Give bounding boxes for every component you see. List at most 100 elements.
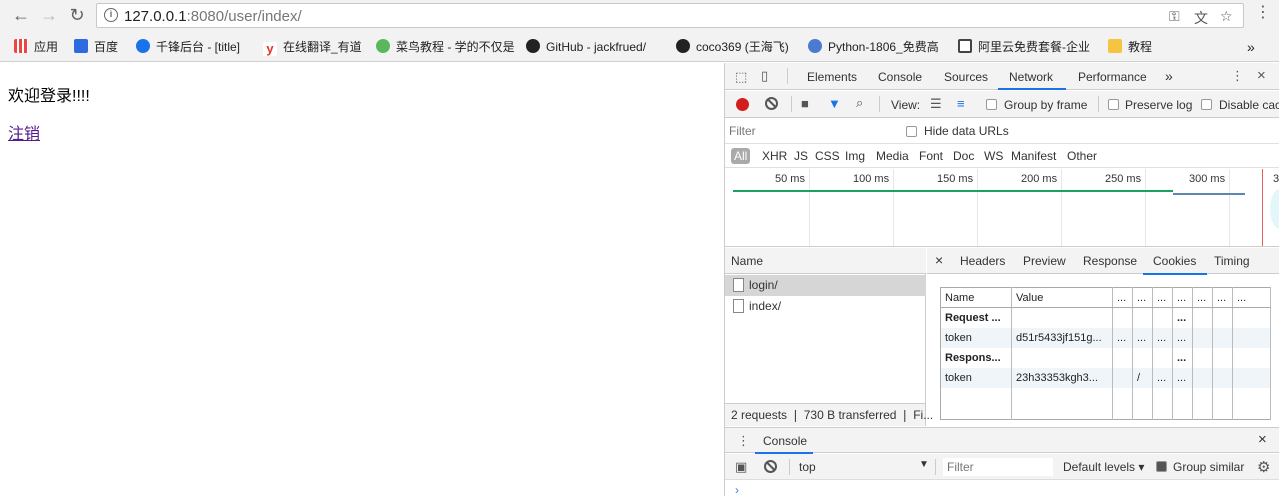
bookmarks-overflow-icon[interactable]: »	[1247, 39, 1255, 55]
browser-toolbar: ← → ↻ i 127.0.0.1:8080/user/index/ ⚿ 文 ☆…	[0, 0, 1279, 32]
type-other[interactable]: Other	[1067, 149, 1097, 163]
context-dropdown-icon[interactable]: ▼	[919, 459, 929, 470]
clear-icon[interactable]	[765, 97, 778, 110]
bookmark-label: GitHub - jackfrued/	[546, 40, 647, 54]
tab-response[interactable]: Response	[1083, 254, 1137, 268]
close-drawer-icon[interactable]: ×	[1258, 431, 1267, 448]
forward-arrow-icon[interactable]: →	[38, 4, 60, 26]
cookie-row-response-token[interactable]: token 23h33353kgh3... / ... ...	[940, 367, 1271, 388]
type-font[interactable]: Font	[919, 149, 943, 163]
close-devtools-icon[interactable]: ×	[1257, 67, 1266, 84]
close-detail-icon[interactable]: ×	[935, 252, 943, 268]
log-levels-dropdown[interactable]: Default levels ▾	[1063, 460, 1144, 474]
network-filter-input[interactable]	[729, 122, 894, 140]
table-cell: ...	[1172, 307, 1193, 328]
bookmark-folder-tutorial[interactable]: 教程	[1108, 39, 1152, 55]
devtools-menu-icon[interactable]: ⋮	[1231, 68, 1244, 84]
cookie-section-request[interactable]: Request ... ...	[940, 307, 1271, 328]
bookmark-runoob[interactable]: 菜鸟教程 - 学的不仅是	[376, 39, 515, 55]
large-rows-icon[interactable]: ☰	[930, 96, 942, 112]
tab-cookies[interactable]: Cookies	[1153, 254, 1196, 268]
key-icon[interactable]: ⚿	[1169, 8, 1180, 25]
cookie-row-request-token[interactable]: token d51r5433jf151g... ... ... ... ...	[940, 327, 1271, 348]
inspect-element-icon[interactable]: ⬚	[735, 69, 747, 85]
bookmark-python[interactable]: Python-1806_免费高	[808, 39, 939, 55]
url-text[interactable]: 127.0.0.1:8080/user/index/	[124, 8, 302, 25]
bookmarks-bar: 应用 百度 千锋后台 - [title] y 在线翻译_有道 菜鸟教程 - 学的不…	[0, 32, 1279, 62]
console-settings-gear-icon[interactable]: ⚙	[1257, 458, 1270, 476]
requests-header[interactable]: Name	[725, 248, 926, 274]
network-toolbar: ■ ▼ ⌕ View: ☰ ≡ Group by frame Preserve …	[725, 91, 1279, 118]
type-js[interactable]: JS	[794, 149, 808, 163]
type-ws[interactable]: WS	[984, 149, 1003, 163]
disable-cache-checkbox[interactable]	[1201, 99, 1212, 110]
back-arrow-icon[interactable]: ←	[10, 4, 32, 26]
timeline-gridline	[1061, 169, 1062, 246]
type-media[interactable]: Media	[876, 149, 909, 163]
tab-headers[interactable]: Headers	[960, 254, 1005, 268]
translate-icon[interactable]: 文	[1194, 8, 1208, 28]
tab-elements[interactable]: Elements	[807, 70, 857, 84]
type-doc[interactable]: Doc	[953, 149, 974, 163]
column-header[interactable]: ...	[1172, 287, 1193, 308]
column-header-value[interactable]: Value	[1011, 287, 1113, 308]
bookmark-github-jackfrued[interactable]: GitHub - jackfrued/	[526, 39, 646, 55]
column-header[interactable]: ...	[1232, 287, 1271, 308]
console-prompt[interactable]: ›	[735, 483, 739, 497]
type-all[interactable]: All	[731, 148, 751, 164]
filter-icon[interactable]: ▼	[828, 96, 841, 111]
hide-data-urls-checkbox[interactable]	[906, 126, 917, 137]
tab-performance[interactable]: Performance	[1078, 70, 1147, 84]
requests-list: Name login/ index/	[725, 248, 926, 426]
context-selector[interactable]: top	[799, 460, 816, 474]
drawer-tab-console[interactable]: Console	[763, 434, 807, 448]
column-header[interactable]: ...	[1212, 287, 1233, 308]
network-overview-timeline[interactable]: 50 ms 100 ms 150 ms 200 ms 250 ms 300 ms…	[725, 169, 1279, 247]
timeline-tick-label: 200 ms	[1021, 173, 1058, 185]
star-icon[interactable]: ☆	[1220, 8, 1233, 25]
search-icon[interactable]: ⌕	[856, 95, 863, 111]
more-tabs-icon[interactable]: »	[1165, 68, 1173, 84]
bookmark-apps[interactable]: 应用	[14, 39, 58, 55]
request-row-login[interactable]: login/	[725, 275, 926, 296]
info-icon[interactable]: i	[104, 8, 118, 22]
chrome-menu-icon[interactable]: ⋮	[1255, 5, 1271, 21]
group-by-frame-checkbox[interactable]	[986, 99, 997, 110]
bookmark-qianfeng[interactable]: 千锋后台 - [title]	[136, 39, 240, 55]
divider	[791, 96, 792, 112]
tab-network[interactable]: Network	[1009, 70, 1053, 84]
clear-console-icon[interactable]	[764, 460, 777, 473]
type-manifest[interactable]: Manifest	[1011, 149, 1056, 163]
logout-link[interactable]: 注销	[8, 120, 40, 144]
column-header[interactable]: ...	[1112, 287, 1133, 308]
column-header-name[interactable]: Name	[940, 287, 1012, 308]
reload-icon[interactable]: ↻	[66, 4, 88, 26]
bookmark-baidu[interactable]: 百度	[74, 39, 118, 55]
column-header[interactable]: ...	[1132, 287, 1153, 308]
tab-preview[interactable]: Preview	[1023, 254, 1066, 268]
group-similar-checkbox[interactable]	[1156, 461, 1167, 472]
type-css[interactable]: CSS	[815, 149, 840, 163]
bookmark-github-coco369[interactable]: coco369 (王海飞)	[676, 39, 789, 55]
bookmark-youdao[interactable]: y 在线翻译_有道	[263, 39, 362, 56]
cookie-section-response[interactable]: Respons... ...	[940, 347, 1271, 368]
device-toolbar-icon[interactable]: ▯	[761, 68, 768, 84]
type-xhr[interactable]: XHR	[762, 149, 787, 163]
type-img[interactable]: Img	[845, 149, 865, 163]
screenshot-camera-icon[interactable]: ■	[801, 96, 809, 111]
request-row-index[interactable]: index/	[725, 296, 926, 317]
address-bar[interactable]: i 127.0.0.1:8080/user/index/ ⚿ 文 ☆	[96, 3, 1244, 28]
divider	[879, 96, 880, 112]
tab-timing[interactable]: Timing	[1214, 254, 1250, 268]
preserve-log-checkbox[interactable]	[1108, 99, 1119, 110]
waterfall-icon[interactable]: ≡	[957, 96, 965, 111]
record-icon[interactable]	[736, 98, 749, 111]
console-filter-input[interactable]	[943, 458, 1053, 476]
column-header[interactable]: ...	[1192, 287, 1213, 308]
drawer-menu-icon[interactable]: ⋮	[737, 433, 750, 449]
bookmark-aliyun[interactable]: 阿里云免费套餐-企业	[958, 39, 1090, 55]
column-header[interactable]: ...	[1152, 287, 1173, 308]
sidebar-toggle-icon[interactable]: ▣	[735, 459, 747, 475]
tab-console[interactable]: Console	[878, 70, 922, 84]
tab-sources[interactable]: Sources	[944, 70, 988, 84]
